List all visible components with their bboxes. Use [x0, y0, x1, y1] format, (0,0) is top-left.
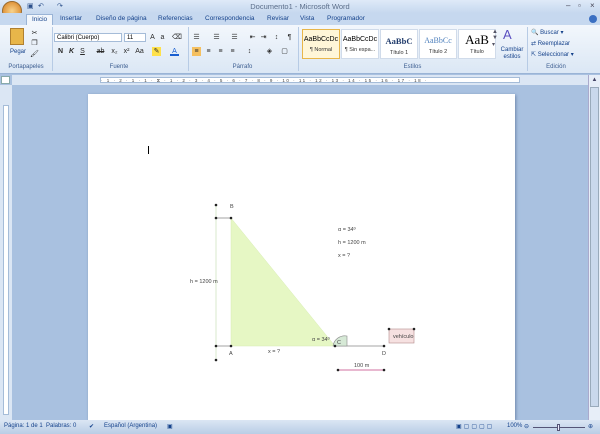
angle-label: α = 34º [312, 336, 330, 343]
vehicle-label: vehículo [393, 334, 414, 340]
page-count[interactable]: Página: 1 de 1 [4, 423, 43, 429]
given-x: x = ? [338, 253, 350, 259]
distance-label: 100 m [354, 363, 370, 369]
x-label: x = ? [268, 349, 280, 355]
zoom-slider-thumb[interactable] [557, 424, 560, 431]
trig-figure: B A C D h = 1200 m α = 34º h = 1200 m x … [190, 203, 416, 372]
status-bar: Página: 1 de 1 Palabras: 0 ✔ Español (Ar… [0, 420, 600, 434]
label-c: C [337, 340, 341, 346]
word-count[interactable]: Palabras: 0 [46, 423, 76, 429]
triangle-abc [230, 217, 336, 347]
zoom-in-icon[interactable]: ⊕ [588, 423, 593, 430]
vertical-scrollbar[interactable]: ▲ [588, 75, 600, 420]
language[interactable]: Español (Argentina) [104, 423, 157, 429]
scroll-up-icon[interactable]: ▲ [590, 77, 599, 85]
height-label: h = 1200 m [190, 279, 218, 285]
zoom-out-icon[interactable]: ⊖ [524, 423, 529, 430]
spelling-icon[interactable]: ✔ [89, 423, 94, 430]
label-d: D [382, 351, 386, 357]
view-buttons[interactable]: ▣▢▢▢▢ [456, 423, 494, 430]
zoom-level[interactable]: 100% [507, 423, 522, 429]
scroll-thumb[interactable] [590, 87, 599, 407]
given-height: h = 1200 m [338, 240, 366, 246]
macro-record-icon[interactable]: ▣ [167, 423, 173, 430]
label-a: A [229, 351, 233, 357]
given-angle: α = 34º [338, 226, 356, 233]
label-b: B [230, 204, 234, 210]
